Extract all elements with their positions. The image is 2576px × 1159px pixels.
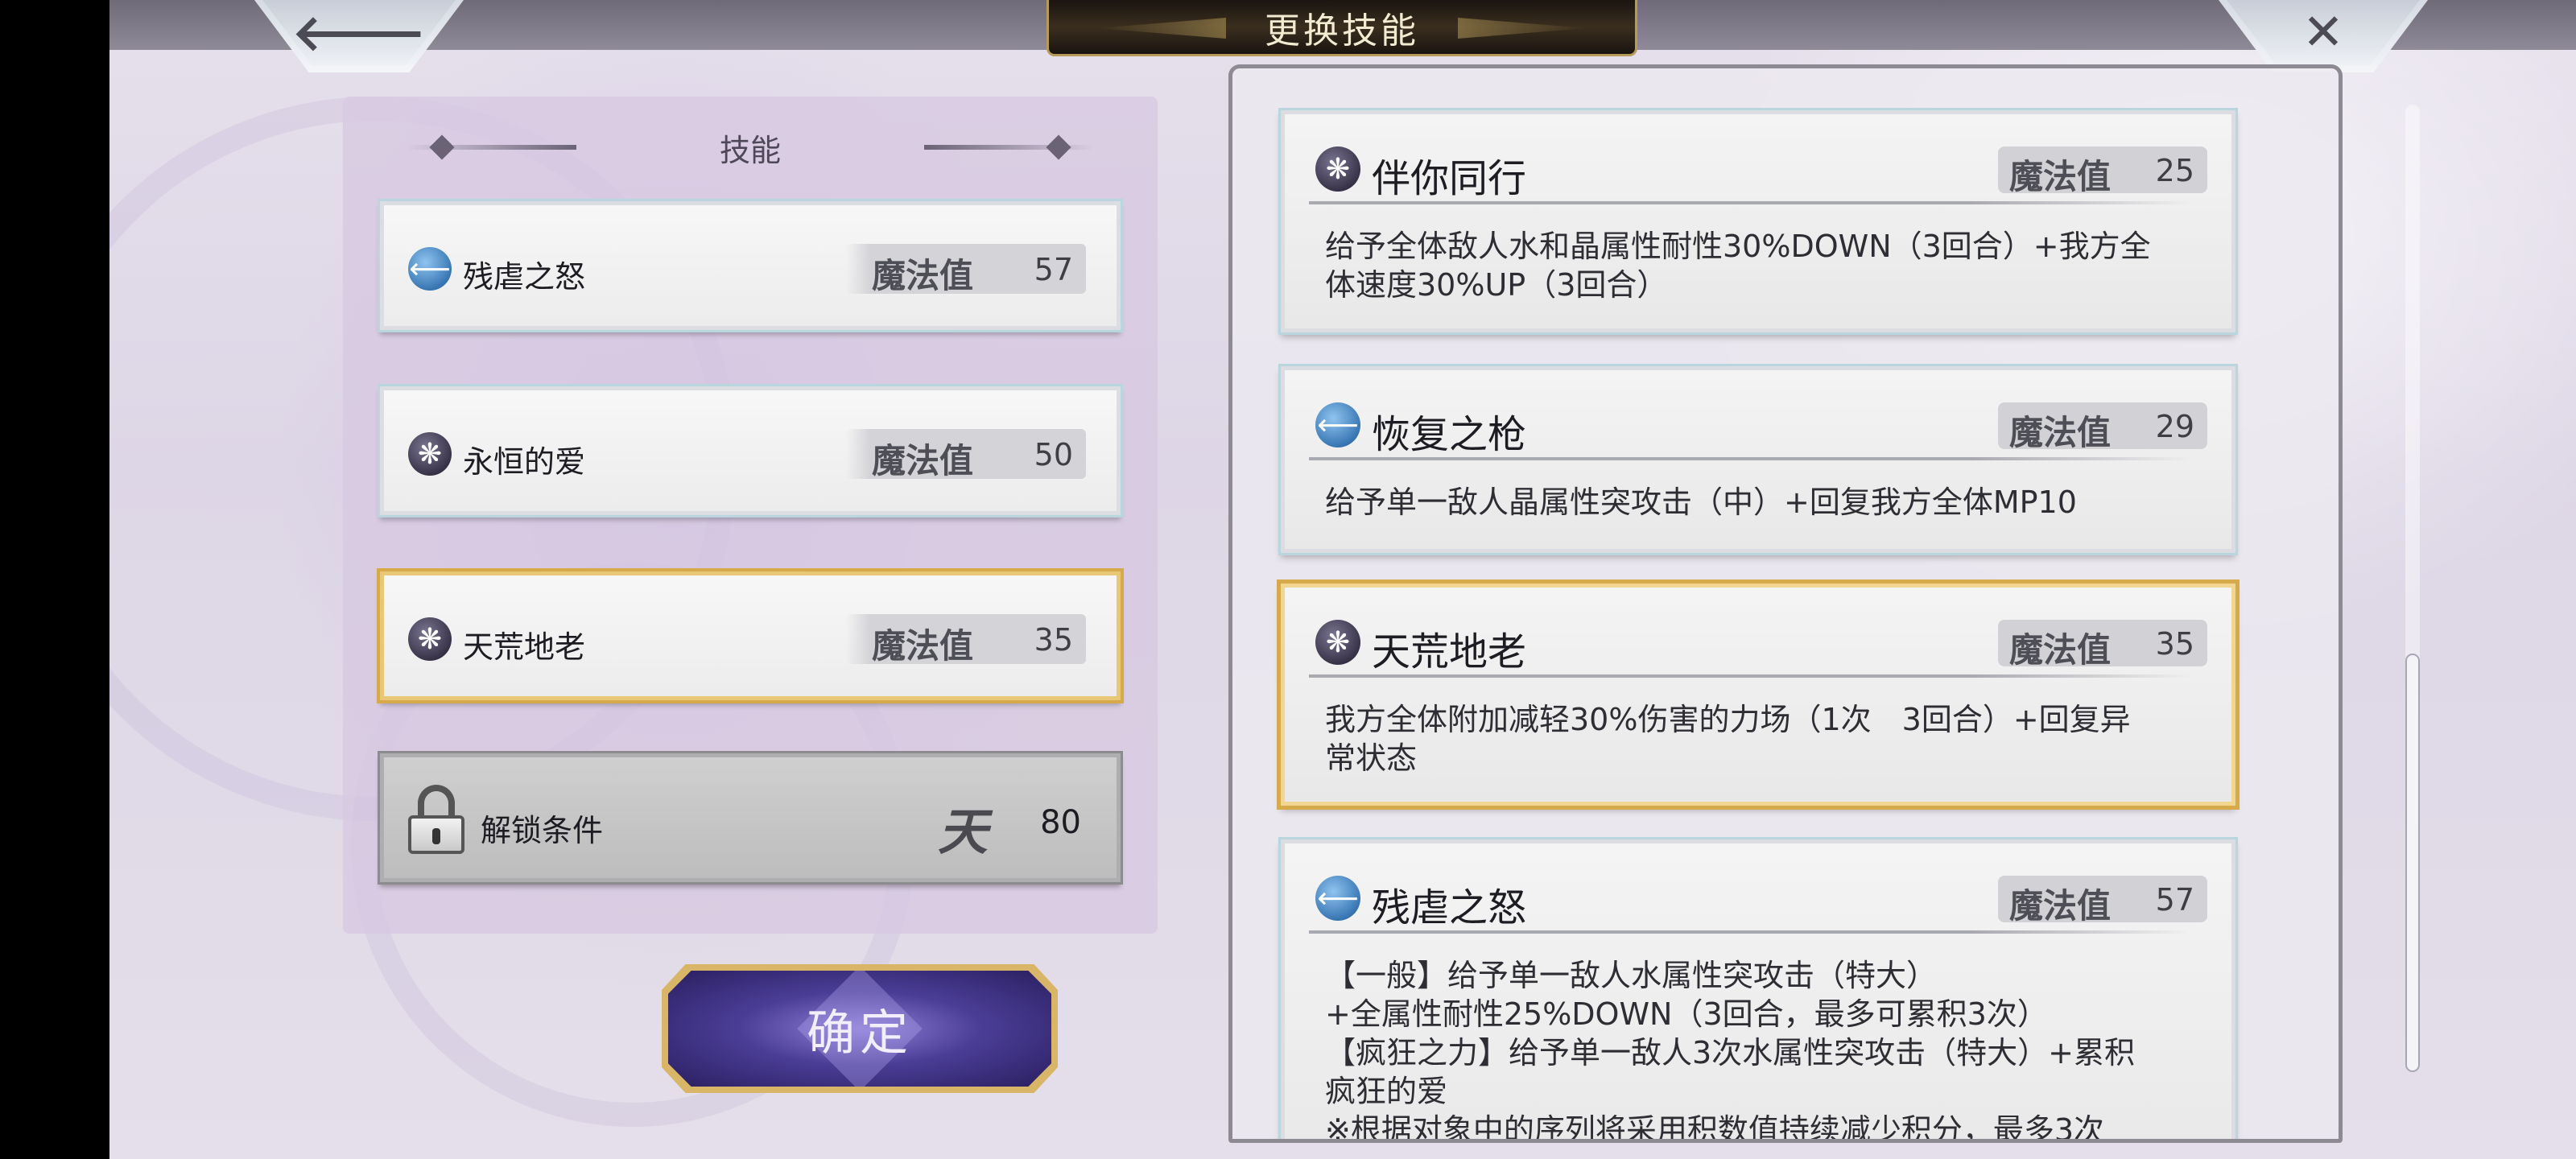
title-ornament: [1097, 18, 1226, 39]
top-bar-right: [1631, 0, 2576, 50]
skill-card[interactable]: ⟵ 残虐之怒 魔法值 57 【一般】给予单一敌人水属性突攻击（特大） +全属性耐…: [1281, 839, 2235, 1143]
locked-skill-slot[interactable]: 解锁条件 天 80: [380, 753, 1121, 882]
mp-value: 29: [2155, 409, 2194, 444]
skill-name: 永恒的爱: [463, 444, 586, 480]
skill-list-panel: ❋ 伴你同行 魔法值 25 给予全体敌人水和晶属性耐性30%DOWN（3回合）+…: [1228, 64, 2343, 1143]
mp-cost-badge: 魔法值 35: [846, 614, 1086, 666]
mp-cost-badge: 魔法值 35: [1998, 620, 2207, 670]
skill-slot-2[interactable]: ❋ 永恒的爱 魔法值 50: [380, 386, 1121, 515]
skill-description: 【一般】给予单一敌人水属性突攻击（特大） +全属性耐性25%DOWN（3回合，最…: [1325, 958, 2136, 1143]
mp-label: 魔法值: [2009, 413, 2112, 452]
equipped-skills-panel: 技能 ⟵ 残虐之怒 魔法值 57 ❋ 永恒的爱 魔法值 50 ❋ 天荒地老 魔法…: [343, 97, 1158, 934]
skill-name: 恢复之枪: [1372, 412, 1527, 457]
skill-card-selected[interactable]: ❋ 天荒地老 魔法值 35 我方全体附加减轻30%伤害的力场（1次 3回合）+回…: [1281, 584, 2235, 806]
mp-value: 57: [2155, 882, 2194, 918]
confirm-button[interactable]: 确定: [662, 964, 1058, 1093]
game-screen: 🡐 ✕ 更换技能 技能 ⟵ 残虐之怒 魔法值 57 ❋ 永恒的爱 魔法值 50 …: [109, 0, 2576, 1159]
page-title: 更换技能: [1265, 10, 1419, 52]
mp-label: 魔法值: [871, 441, 973, 481]
skill-name: 残虐之怒: [463, 259, 586, 295]
scrollbar-thumb[interactable]: [2405, 654, 2420, 1072]
mp-label: 魔法值: [2009, 886, 2112, 926]
lock-icon: [408, 785, 464, 854]
divider: [1309, 457, 2191, 460]
skill-name: 伴你同行: [1372, 156, 1527, 201]
mp-cost-badge: 魔法值 57: [1998, 876, 2207, 926]
water-arrow-icon: ⟵: [408, 247, 452, 291]
mp-label: 魔法值: [871, 626, 973, 666]
skill-slot-3-selected[interactable]: ❋ 天荒地老 魔法值 35: [380, 571, 1121, 700]
water-arrow-icon: ⟵: [1315, 876, 1360, 921]
mp-value: 50: [1034, 437, 1073, 472]
divider: [1309, 674, 2191, 678]
skill-name: 天荒地老: [1372, 629, 1527, 674]
skill-card[interactable]: ⟵ 恢复之枪 魔法值 29 给予单一敌人晶属性突攻击（中）+回复我方全体MP10: [1281, 366, 2235, 553]
crystal-star-icon: ❋: [408, 617, 452, 661]
mp-label: 魔法值: [2009, 630, 2112, 670]
skill-description: 我方全体附加减轻30%伤害的力场（1次 3回合）+回复异 常状态: [1325, 702, 2131, 776]
top-bar-left: [109, 0, 1059, 50]
unlock-level-value: 80: [1040, 804, 1081, 841]
crystal-star-icon: ❋: [1315, 620, 1360, 665]
mp-value: 35: [1034, 622, 1073, 658]
mp-value: 57: [1034, 252, 1073, 287]
mp-value: 25: [2155, 153, 2194, 188]
skill-name: 天荒地老: [463, 629, 586, 665]
mp-label: 魔法值: [2009, 157, 2112, 196]
close-x-icon: ✕: [2302, 2, 2344, 61]
panel-title: 技能: [719, 132, 781, 168]
divider: [1309, 930, 2191, 934]
title-ornament: [1458, 18, 1587, 39]
header-ornament: [429, 134, 455, 160]
mp-label: 魔法值: [871, 256, 973, 295]
skill-description: 给予全体敌人水和晶属性耐性30%DOWN（3回合）+我方全 体速度30%UP（3…: [1325, 229, 2151, 303]
mp-cost-badge: 魔法值 25: [1998, 146, 2207, 196]
back-button[interactable]: 🡐: [254, 0, 464, 72]
skill-description: 给予单一敌人晶属性突攻击（中）+回复我方全体MP10: [1325, 485, 2077, 520]
mp-value: 35: [2155, 626, 2194, 662]
skill-card[interactable]: ❋ 伴你同行 魔法值 25 给予全体敌人水和晶属性耐性30%DOWN（3回合）+…: [1281, 110, 2235, 332]
water-arrow-icon: ⟵: [1315, 402, 1360, 448]
mp-cost-badge: 魔法值 50: [846, 429, 1086, 481]
mp-cost-badge: 魔法值 57: [846, 244, 1086, 295]
crystal-star-icon: ❋: [408, 432, 452, 476]
crystal-star-icon: ❋: [1315, 146, 1360, 192]
confirm-button-label: 确定: [807, 1004, 913, 1062]
rank-badge-icon: 天: [937, 802, 988, 861]
divider: [1309, 201, 2191, 204]
header-ornament: [924, 145, 1093, 150]
skill-name: 残虐之怒: [1372, 885, 1527, 930]
left-arrow-icon: 🡐: [291, 2, 427, 62]
skill-slot-1[interactable]: ⟵ 残虐之怒 魔法值 57: [380, 201, 1121, 330]
close-button[interactable]: ✕: [2219, 0, 2428, 72]
unlock-condition-label: 解锁条件: [481, 813, 604, 848]
skill-list-scroll[interactable]: ❋ 伴你同行 魔法值 25 给予全体敌人水和晶属性耐性30%DOWN（3回合）+…: [1232, 68, 2339, 1139]
mp-cost-badge: 魔法值 29: [1998, 402, 2207, 452]
title-bar: 更换技能: [1046, 0, 1637, 56]
panel-header: 技能: [343, 127, 1158, 168]
